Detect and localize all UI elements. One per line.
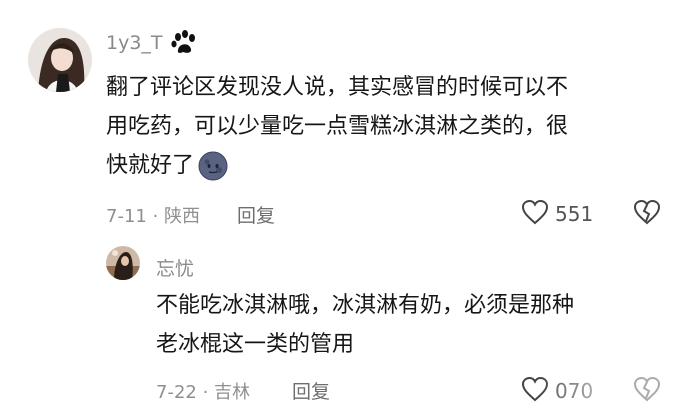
separator-dot: · bbox=[146, 206, 165, 227]
comment-text-line: 快就好了 bbox=[106, 146, 568, 185]
bottom-fade-overlay bbox=[540, 376, 690, 416]
comment-location: 陕西 bbox=[164, 206, 201, 227]
comment-text-line: 用吃药，可以少量吃一点雪糕冰淇淋之类的，很 bbox=[106, 114, 569, 139]
reply-text-line: 老冰棍这一类的管用 bbox=[156, 332, 355, 357]
moon-face-emoji bbox=[198, 151, 228, 181]
reply-meta: 7-22 · 吉林 bbox=[156, 378, 250, 404]
like-count: 551 bbox=[555, 202, 594, 226]
heart-outline-icon bbox=[521, 199, 549, 229]
dislike-broken-heart-icon[interactable] bbox=[633, 199, 661, 229]
avatar[interactable] bbox=[28, 28, 92, 92]
reply-username[interactable]: 忘忧 bbox=[156, 254, 194, 281]
reply-button[interactable]: 回复 bbox=[237, 201, 275, 228]
separator-dot: · bbox=[196, 382, 215, 403]
reply-text-line: 不能吃冰淇淋哦，冰淇淋有奶，必须是那种 bbox=[156, 293, 575, 318]
reply-location: 吉林 bbox=[214, 382, 251, 403]
reply-date: 7-22 bbox=[156, 382, 197, 403]
reply-text: 不能吃冰淇淋哦，冰淇淋有奶，必须是那种 老冰棍这一类的管用 bbox=[156, 286, 574, 364]
reply-reply-button[interactable]: 回复 bbox=[292, 377, 330, 404]
comment-date: 7-11 bbox=[106, 206, 147, 227]
comment-text: 翻了评论区发现没人说，其实感冒的时候可以不 用吃药，可以少量吃一点雪糕冰淇淋之类… bbox=[106, 68, 568, 185]
comment-meta: 7-11 · 陕西 bbox=[106, 202, 200, 228]
paw-icon bbox=[170, 30, 198, 60]
comment-text-line: 翻了评论区发现没人说，其实感冒的时候可以不 bbox=[106, 75, 569, 100]
like-button[interactable]: 551 bbox=[521, 199, 593, 229]
comment-username[interactable]: 1y3_T bbox=[106, 32, 163, 54]
reply-avatar[interactable] bbox=[106, 246, 140, 280]
